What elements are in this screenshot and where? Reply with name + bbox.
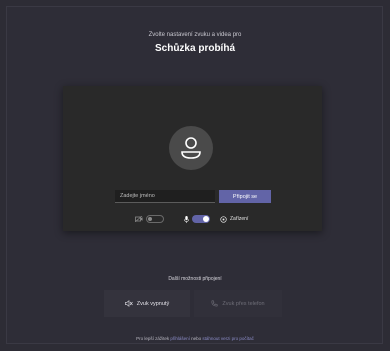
microphone-toggle-knob <box>203 216 209 222</box>
camera-toggle[interactable] <box>146 215 164 223</box>
header-subtitle: Zvolte nastavení zvuku a videa pro <box>148 32 242 38</box>
footer-prefix: Pro lepší zážitek <box>136 336 171 341</box>
microphone-icon[interactable] <box>184 215 189 223</box>
sign-in-link[interactable]: přihlášení <box>170 336 190 341</box>
phone-icon <box>211 300 218 307</box>
device-controls: Zařízení <box>134 214 248 224</box>
phone-audio-option[interactable]: Zvuk přes telefon <box>194 290 282 317</box>
camera-toggle-knob <box>148 217 152 221</box>
phone-audio-label: Zvuk přes telefon <box>222 300 265 307</box>
devices-button[interactable]: Zařízení <box>230 216 248 222</box>
page-title: Schůzka probíhá <box>154 43 235 54</box>
microphone-toggle[interactable] <box>192 215 210 223</box>
name-input[interactable] <box>115 190 215 203</box>
audio-off-label: Zvuk vypnutý <box>136 300 170 307</box>
other-options-title: Další možnosti připojení <box>168 276 222 282</box>
avatar <box>169 126 213 170</box>
join-button[interactable]: Připojit se <box>219 190 271 203</box>
audio-off-option[interactable]: Zvuk vypnutý <box>104 290 190 317</box>
footer-middle: nebo <box>189 336 203 341</box>
camera-off-icon[interactable] <box>134 215 143 223</box>
gear-icon[interactable] <box>220 215 227 223</box>
speaker-off-icon <box>124 300 133 307</box>
person-icon <box>181 137 201 159</box>
footer-text: Pro lepší zážitek přihlášení nebo stáhno… <box>0 336 390 341</box>
download-desktop-link[interactable]: stáhnout verzi pro počítač <box>202 336 254 341</box>
video-preview-panel: Připojit se <box>63 86 322 231</box>
